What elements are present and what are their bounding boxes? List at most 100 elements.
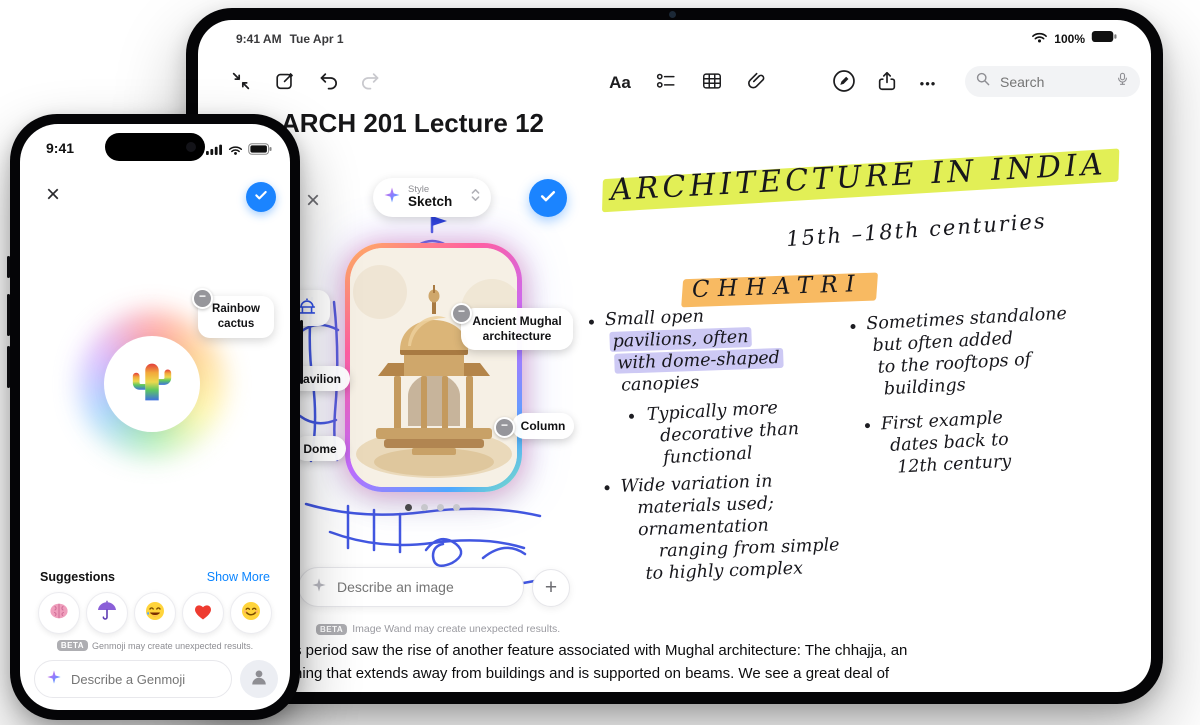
umbrella-icon: [95, 599, 119, 628]
label-dome[interactable]: Dome: [294, 436, 346, 461]
collapse-toolbar-button[interactable]: [224, 66, 258, 100]
minus-icon: −: [457, 304, 465, 318]
bullet-dot: [588, 319, 595, 325]
label-text: Ancient Mughal: [472, 314, 562, 328]
compose-button[interactable]: [268, 66, 302, 100]
chhatri-illustration: [350, 248, 517, 487]
accept-image-button[interactable]: [529, 179, 567, 217]
ipad-battery-percent: 100%: [1054, 32, 1085, 46]
handwritten-topic: CHHATRI: [681, 271, 878, 308]
suggestion-heart[interactable]: [182, 592, 224, 634]
image-wand-close-button[interactable]: ×: [298, 186, 328, 216]
beta-badge: BETA: [316, 623, 348, 635]
beta-badge: BETA: [56, 640, 89, 651]
suggestion-smiling-face[interactable]: [230, 592, 272, 634]
describe-image-field[interactable]: [298, 567, 524, 607]
volume-up-button: [7, 294, 10, 336]
more-button[interactable]: •••: [911, 66, 945, 100]
mic-icon[interactable]: [1115, 70, 1130, 93]
ipad-status-date: Tue Apr 1: [289, 32, 344, 46]
page-dot-active[interactable]: [405, 504, 412, 511]
beta-text: Image Wand may create unexpected results…: [352, 623, 561, 635]
checkmark-icon: [253, 187, 269, 208]
ipad-front-camera: [669, 11, 676, 18]
describe-genmoji-field[interactable]: [34, 660, 232, 698]
handwritten-heading: ARCHITECTURE IN INDIA: [601, 147, 1120, 213]
page-dot[interactable]: [421, 504, 428, 511]
battery-icon: [248, 142, 272, 160]
person-icon: [248, 666, 270, 693]
describe-image-input[interactable]: [335, 578, 511, 596]
generated-image-card[interactable]: [345, 243, 522, 492]
remove-label-button[interactable]: −: [494, 417, 515, 438]
label-column[interactable]: Column: [512, 413, 574, 439]
note-body-line: s period saw the rise of another feature…: [294, 642, 908, 659]
suggestion-umbrella[interactable]: [86, 592, 128, 634]
genmoji-accept-button[interactable]: [246, 182, 276, 212]
describe-genmoji-input[interactable]: [69, 670, 220, 688]
iphone-status-icons: [206, 142, 272, 160]
label-text: cactus: [217, 318, 255, 330]
add-image-button[interactable]: +: [532, 569, 570, 607]
markup-button[interactable]: [827, 66, 861, 100]
suggestion-brain[interactable]: [38, 592, 80, 634]
share-button[interactable]: [870, 66, 904, 100]
suggestion-laughing-face[interactable]: [134, 592, 176, 634]
person-avatar-button[interactable]: [240, 660, 278, 698]
search-input[interactable]: [998, 72, 1108, 91]
note-body-line: ning that extends away from buildings an…: [294, 665, 890, 682]
handwritten-bullet: Small open pavilions, often with dome-sh…: [588, 303, 784, 397]
collapse-icon: [230, 70, 252, 97]
label-ancient-mughal[interactable]: Ancient Mughal architecture: [461, 308, 573, 350]
show-more-link[interactable]: Show More: [207, 570, 270, 584]
minus-icon: −: [500, 418, 508, 432]
note-body-text: s period saw the rise of another feature…: [294, 639, 1134, 685]
marketing-canvas: 9:41 AM Tue Apr 1 100% Aa ••• Search ARC…: [0, 0, 1200, 725]
beta-text: Genmoji may create unexpected results.: [92, 640, 254, 651]
rainbow-cactus-genmoji[interactable]: [126, 356, 178, 408]
iphone-device-frame: 9:41 × − Rainbow cactus Suggestions Show…: [7, 114, 303, 720]
volume-down-button: [7, 346, 10, 388]
page-dot[interactable]: [453, 504, 460, 511]
handwritten-bullet: Typically more decorative than functiona…: [628, 396, 800, 470]
genmoji-close-button[interactable]: ×: [38, 180, 68, 210]
format-button[interactable]: Aa: [603, 66, 637, 100]
remove-genmoji-label-button[interactable]: −: [192, 288, 213, 309]
checkmark-icon: [538, 186, 558, 211]
battery-icon: [1091, 30, 1117, 48]
handwritten-bullet: First example dates back to 12th century: [864, 407, 1012, 480]
generated-image: [350, 248, 517, 487]
style-picker[interactable]: Style Sketch: [373, 178, 491, 217]
smiling-face-icon: [239, 599, 263, 628]
carousel-page-dots[interactable]: [405, 504, 460, 511]
format-label: Aa: [609, 73, 631, 92]
laughing-face-icon: [143, 599, 167, 628]
iphone-status-time: 9:41: [46, 140, 75, 156]
mute-switch: [7, 256, 10, 278]
redo-icon: [359, 70, 381, 97]
undo-button[interactable]: [312, 66, 346, 100]
remove-label-button[interactable]: −: [451, 303, 472, 324]
handwritten-subheading: 15th –18th centuries: [785, 208, 1048, 252]
search-icon: [975, 71, 991, 92]
iphone-screen: 9:41 × − Rainbow cactus Suggestions Show…: [20, 124, 290, 710]
image-wand-beta-note: BETA Image Wand may create unexpected re…: [316, 623, 560, 635]
page-dot[interactable]: [437, 504, 444, 511]
table-button[interactable]: [695, 66, 729, 100]
share-icon: [876, 70, 898, 97]
checklist-icon: [655, 70, 677, 97]
checklist-button[interactable]: [649, 66, 683, 100]
label-text: architecture: [482, 329, 552, 343]
paperclip-icon: [746, 70, 768, 97]
handwritten-bullet: Wide variation in materials used; orname…: [604, 468, 840, 585]
attachment-button[interactable]: [740, 66, 774, 100]
sparkle-icon: [311, 577, 327, 598]
ipad-status-left: 9:41 AM Tue Apr 1: [236, 32, 344, 46]
label-text: Column: [520, 419, 566, 433]
brain-icon: [47, 599, 71, 628]
markup-pencil-icon: [831, 68, 857, 99]
bullet-dot: [628, 413, 635, 419]
search-field[interactable]: [965, 66, 1140, 97]
redo-button[interactable]: [353, 66, 387, 100]
ipad-status-time: 9:41 AM: [236, 32, 282, 46]
